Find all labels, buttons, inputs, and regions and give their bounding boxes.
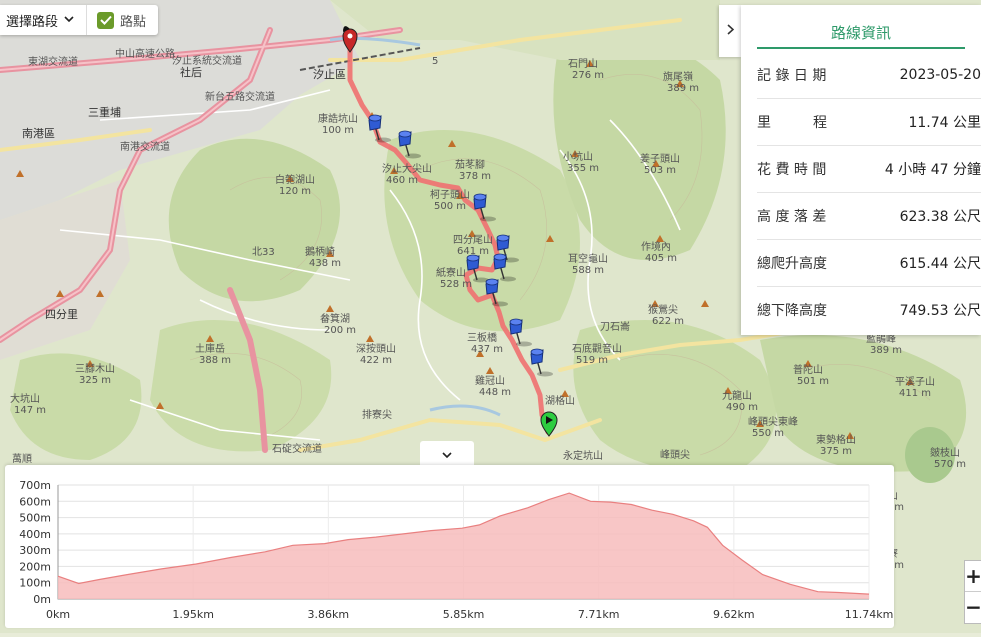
panel-title: 路線資訊	[757, 19, 965, 49]
x-tick-label: 9.62km	[713, 608, 755, 621]
map-label: 社后	[180, 65, 202, 79]
map-label: 柯子頭山 500 m	[430, 188, 470, 212]
y-tick-label: 400m	[19, 528, 51, 541]
info-label: 記 錄 日 期	[757, 68, 827, 84]
y-tick-label: 500m	[19, 512, 51, 525]
info-label: 總下降高度	[757, 303, 827, 319]
info-label: 里 程	[757, 115, 827, 131]
map-label: 姜子頭山 503 m	[640, 152, 680, 176]
elevation-profile-panel: 0m 100m 200m 300m 400m 500m 600m 700m 0km 1.95km 3…	[5, 465, 894, 628]
info-value: 615.44 公尺	[899, 256, 981, 272]
map-label: 排寮尖	[362, 408, 392, 421]
segment-select[interactable]: 選擇路段	[0, 5, 88, 35]
map-label: 四分里	[45, 308, 78, 321]
map-label: 汐止區	[313, 67, 346, 81]
info-value: 4 小時 47 分鐘	[884, 162, 981, 178]
route-info-panel: 路線資訊 記 錄 日 期 2023-05-20 里 程 11.74 公里 花 費…	[741, 5, 981, 335]
map-label: 湖格山	[545, 394, 575, 407]
info-value: 11.74 公里	[908, 115, 981, 131]
collapse-panel-button[interactable]	[719, 5, 741, 57]
x-tick-label: 7.71km	[578, 608, 620, 621]
map-label: 耳空龜山 588 m	[568, 252, 608, 276]
info-value: 749.53 公尺	[899, 303, 981, 319]
chevron-right-icon	[726, 24, 734, 38]
map-label: 南港交流道	[120, 140, 170, 153]
chevron-down-icon	[64, 15, 74, 26]
waypoint-toggle[interactable]: 路點	[87, 5, 158, 35]
y-tick-label: 100m	[19, 577, 51, 590]
map-label: 石碇交流道	[272, 442, 322, 455]
map-label: 三腳木山 325 m	[75, 363, 115, 386]
waypoint-toggle-label: 路點	[120, 14, 147, 30]
zoom-in-button[interactable]: +	[965, 561, 981, 592]
info-value: 2023-05-20	[899, 67, 981, 83]
y-tick-label: 0m	[33, 593, 51, 606]
y-tick-label: 200m	[19, 560, 51, 573]
map-label: 南港區	[22, 127, 55, 140]
map-label: 峰頭尖	[660, 448, 690, 461]
info-label: 花 費 時 間	[757, 162, 827, 178]
x-tick-label: 0km	[46, 608, 70, 621]
map-label: 萬順	[12, 452, 32, 465]
info-row-date: 記 錄 日 期 2023-05-20	[757, 52, 981, 99]
map-label: 5	[432, 56, 438, 67]
chevron-down-icon	[442, 444, 452, 463]
x-tick-label: 11.74km	[845, 608, 894, 621]
x-tick-label: 1.95km	[172, 608, 214, 621]
map-label: 東勢格山 375 m	[816, 433, 856, 457]
map-label: 北33	[252, 246, 275, 258]
checkbox-checked-icon[interactable]	[97, 11, 115, 29]
x-tick-label: 5.85km	[443, 608, 485, 621]
map-label: 四分尾山 641 m	[453, 234, 493, 257]
zoom-out-button[interactable]: −	[965, 592, 981, 622]
map-label: 中山高速公路	[115, 47, 175, 60]
info-row-distance: 里 程 11.74 公里	[757, 99, 981, 146]
map-label: 康誥坑山 100 m	[318, 112, 358, 136]
map-label: 新台五路交流道	[205, 90, 275, 103]
map-label: 東湖交流道	[28, 55, 78, 68]
info-row-duration: 花 費 時 間 4 小時 47 分鐘	[757, 146, 981, 193]
map-label: 白匏湖山 120 m	[275, 173, 315, 197]
map-label: 平溪子山 411 m	[895, 376, 935, 399]
map-label: 三重埔	[88, 105, 121, 119]
x-tick-label: 3.86km	[308, 608, 350, 621]
map-label: 汐止系統交流道	[172, 54, 242, 67]
y-tick-label: 300m	[19, 544, 51, 557]
info-label: 高 度 落 差	[757, 209, 827, 225]
map-label: 永定坑山	[563, 449, 603, 462]
y-tick-label: 600m	[19, 495, 51, 508]
y-tick-label: 700m	[19, 479, 51, 492]
map-controls: 選擇路段 路點	[0, 5, 159, 35]
map-label: 刀石崙	[600, 321, 630, 333]
map-label: 深按頭山 422 m	[356, 342, 396, 366]
info-row-total-ascent: 總爬升高度 615.44 公尺	[757, 240, 981, 287]
info-row-elevation-diff: 高 度 落 差 623.38 公尺	[757, 193, 981, 240]
info-row-total-descent: 總下降高度 749.53 公尺	[757, 287, 981, 333]
info-label: 總爬升高度	[757, 256, 827, 272]
info-value: 623.38 公尺	[899, 209, 981, 225]
segment-select-label: 選擇路段	[6, 14, 59, 30]
elevation-toggle-button[interactable]	[420, 441, 474, 465]
zoom-controls: + −	[964, 560, 981, 624]
elevation-chart[interactable]: 0m 100m 200m 300m 400m 500m 600m 700m 0km 1.95km 3…	[5, 465, 894, 628]
